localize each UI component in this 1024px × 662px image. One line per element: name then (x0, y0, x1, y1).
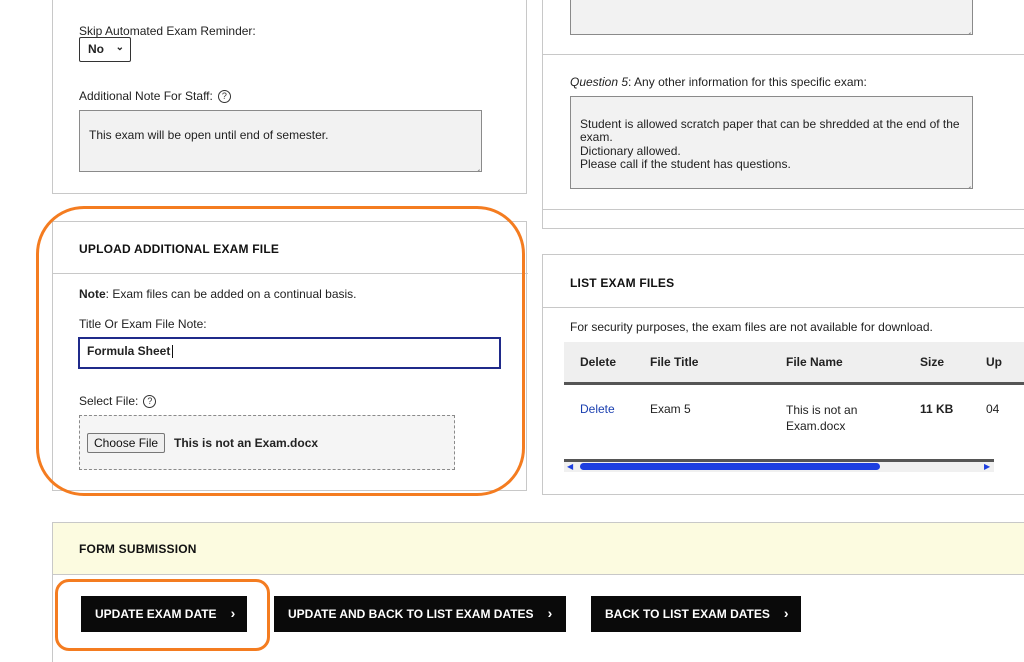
divider (543, 209, 1024, 210)
resize-handle-icon[interactable] (964, 180, 971, 187)
chevron-down-icon: ⌄ (115, 42, 124, 53)
skip-reminder-select[interactable]: No ⌄ (79, 37, 131, 62)
divider (53, 273, 528, 274)
chosen-file-name: This is not an Exam.docx (174, 436, 319, 450)
chevron-right-icon: › (783, 605, 789, 621)
column-header-size: Size (920, 342, 986, 385)
skip-reminder-label: Skip Automated Exam Reminder: (79, 24, 256, 38)
upload-panel-title: UPLOAD ADDITIONAL EXAM FILE (79, 242, 280, 256)
select-file-label: Select File:? (79, 394, 157, 409)
scroll-left-arrow-icon[interactable]: ◀ (567, 462, 573, 471)
divider (543, 307, 1024, 308)
table-horizontal-scrollbar[interactable]: ◀ ▶ (564, 459, 994, 472)
question-circle-icon[interactable]: ? (143, 395, 157, 409)
security-note: For security purposes, the exam files ar… (570, 320, 933, 334)
chevron-right-icon: › (230, 605, 236, 621)
skip-reminder-value: No (88, 42, 104, 56)
file-title-label: Title Or Exam File Note: (79, 317, 207, 331)
file-dropzone[interactable]: Choose File This is not an Exam.docx (79, 415, 455, 470)
back-to-list-button[interactable]: BACK TO LIST EXAM DATES › (591, 596, 801, 632)
chevron-right-icon: › (547, 605, 553, 621)
file-size-cell: 11 KB (920, 402, 954, 416)
files-table: Delete File Title File Name Size Up Dele… (564, 342, 1024, 452)
column-header-uploaded: Up (986, 342, 1024, 385)
form-submission-header: FORM SUBMISSION (53, 523, 1024, 575)
exam-settings-panel: Skip Automated Exam Reminder: No ⌄ Addit… (52, 0, 527, 194)
divider (543, 54, 1024, 55)
resize-handle-icon[interactable] (964, 26, 971, 33)
table-header-row: Delete File Title File Name Size Up (564, 342, 1024, 385)
file-title-cell: Exam 5 (650, 402, 691, 416)
update-exam-date-button[interactable]: UPDATE EXAM DATE › (81, 596, 247, 632)
column-header-file-title: File Title (650, 342, 786, 385)
question5-textarea[interactable]: Student is allowed scratch paper that ca… (570, 96, 973, 189)
upload-note: Note: Exam files can be added on a conti… (79, 287, 357, 301)
file-name-cell: This is not an Exam.docx (786, 403, 858, 433)
upload-file-panel: UPLOAD ADDITIONAL EXAM FILE Note: Exam f… (52, 221, 528, 491)
list-files-title: LIST EXAM FILES (570, 276, 675, 290)
update-and-back-button[interactable]: UPDATE AND BACK TO LIST EXAM DATES › (274, 596, 566, 632)
column-header-delete: Delete (564, 342, 650, 385)
list-files-panel: LIST EXAM FILES For security purposes, t… (542, 254, 1024, 495)
delete-file-link[interactable]: Delete (580, 402, 615, 416)
file-uploaded-cell: 04 (986, 402, 1000, 416)
staff-note-label: Additional Note For Staff:? (79, 89, 231, 104)
question4-textarea[interactable] (570, 0, 973, 35)
question5-label: Question 5: Any other information for th… (570, 75, 867, 89)
resize-handle-icon[interactable] (473, 163, 480, 170)
column-header-file-name: File Name (786, 342, 920, 385)
question-circle-icon[interactable]: ? (217, 90, 231, 104)
table-row: Delete Exam 5 This is not an Exam.docx 1… (564, 384, 1024, 452)
choose-file-button[interactable]: Choose File (87, 433, 166, 453)
scroll-right-arrow-icon[interactable]: ▶ (984, 462, 990, 471)
exam-questions-panel: Question 5: Any other information for th… (542, 0, 1024, 229)
form-submission-panel: FORM SUBMISSION UPDATE EXAM DATE › UPDATE… (52, 522, 1024, 662)
file-title-input[interactable]: Formula Sheet (78, 337, 501, 369)
form-submission-title: FORM SUBMISSION (79, 542, 197, 556)
scrollbar-thumb[interactable] (580, 463, 880, 470)
staff-note-textarea[interactable]: This exam will be open until end of seme… (79, 110, 482, 172)
